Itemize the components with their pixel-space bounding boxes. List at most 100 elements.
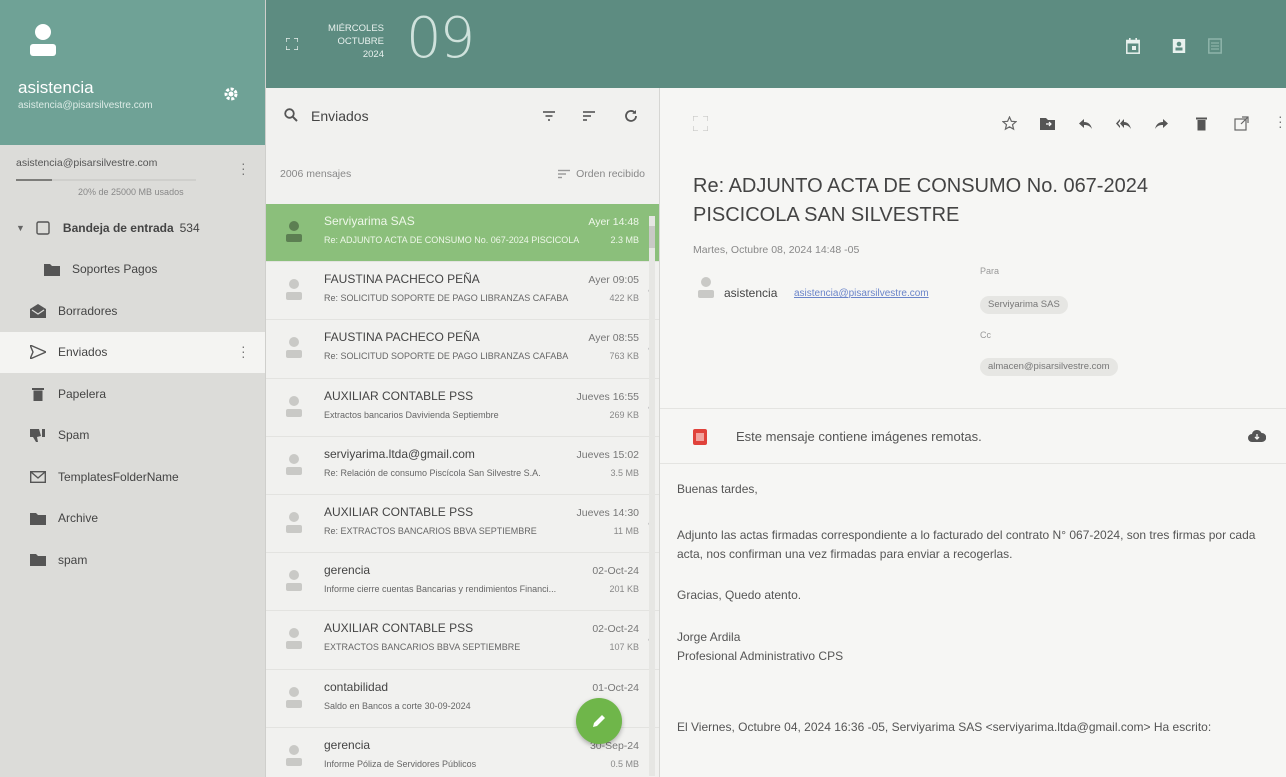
message-size: 107 KB (609, 642, 639, 653)
sender-avatar-icon (286, 279, 302, 301)
message-sender: gerencia (324, 737, 371, 752)
day-number: 09 (406, 6, 475, 71)
message-rows: Serviyarima SAS Ayer 14:48 Re: ADJUNTO A… (266, 204, 659, 777)
message-list-panel: Enviados 2006 mensajes Orden recibido Se… (266, 88, 660, 777)
message-row[interactable]: AUXILIAR CONTABLE PSS 02-Oct-24 EXTRACTO… (266, 611, 659, 670)
message-sender: AUXILIAR CONTABLE PSS (324, 621, 474, 636)
folder-sent[interactable]: Enviados · · · (0, 331, 265, 373)
recipient-chip[interactable]: Serviyarima SAS (980, 296, 1068, 314)
sender-avatar-icon (286, 511, 302, 533)
list-scrollbar[interactable] (649, 216, 655, 776)
cc-recipient-chip[interactable]: almacen@pisarsilvestre.com (980, 358, 1118, 376)
message-row[interactable]: FAUSTINA PACHECO PEÑA Ayer 08:55 Re: SOL… (266, 320, 659, 379)
remote-image-icon (693, 429, 707, 445)
sender-avatar-icon (698, 277, 714, 298)
month-label: OCTUBRE (337, 36, 384, 47)
folder-label: TemplatesFolderName (58, 469, 179, 484)
folder-icon (30, 511, 46, 525)
trash-icon[interactable] (1194, 116, 1209, 131)
year-label: 2024 (362, 49, 384, 60)
message-size: 3.5 MB (610, 467, 639, 478)
message-subject: Extractos bancarios Davivienda Septiembr… (324, 409, 499, 420)
email-from-name: asistencia (724, 286, 778, 300)
sort-icon[interactable] (582, 109, 596, 123)
folder-menu-icon[interactable]: · · · (241, 339, 246, 363)
expand-icon[interactable] (286, 38, 298, 50)
folder-label: Archive (58, 511, 99, 526)
folder-soportes-pagos[interactable]: Soportes Pagos (0, 249, 265, 291)
folder-spam-custom[interactable]: spam (0, 539, 265, 581)
folder-spam[interactable]: Spam (0, 415, 265, 457)
folder-label: spam (58, 552, 88, 567)
message-row[interactable]: Serviyarima SAS Ayer 14:48 Re: ADJUNTO A… (266, 204, 659, 263)
message-date: Jueves 16:55 (576, 390, 639, 403)
message-subject: Re: ADJUNTO ACTA DE CONSUMO No. 067-2024… (324, 235, 580, 245)
folder-label: Soportes Pagos (72, 262, 158, 277)
filter-icon[interactable] (542, 109, 556, 123)
sort-order-button[interactable]: Orden recibido (558, 168, 645, 180)
forward-icon[interactable] (1154, 116, 1169, 131)
refresh-icon[interactable] (624, 109, 638, 123)
quota-bar (16, 179, 196, 181)
compose-button[interactable] (576, 698, 622, 744)
caret-down-icon[interactable]: ▼ (16, 223, 25, 233)
account-email: asistencia@pisarsilvestre.com (18, 100, 153, 111)
email-from-address[interactable]: asistencia@pisarsilvestre.com (794, 288, 929, 299)
expand-icon[interactable] (693, 116, 708, 131)
star-icon[interactable] (1002, 116, 1017, 131)
scrollbar-thumb[interactable] (649, 226, 655, 248)
email-quoted-header: El Viernes, Octubre 04, 2024 16:36 -05, … (677, 720, 1212, 734)
message-size: 0.5 MB (610, 758, 639, 769)
search-icon[interactable] (284, 108, 298, 122)
calendar-icon[interactable] (1126, 38, 1140, 54)
sender-avatar-icon (286, 570, 302, 592)
message-subject: Re: SOLICITUD SOPORTE DE PAGO LIBRANZAS … (324, 351, 569, 362)
folder-archive[interactable]: Archive (0, 498, 265, 540)
message-row[interactable]: AUXILIAR CONTABLE PSS Jueves 14:30 Re: E… (266, 495, 659, 554)
message-subject: Saldo en Bancos a corte 30-09-2024 (324, 700, 471, 711)
message-date: Ayer 14:48 (588, 216, 639, 228)
sender-avatar-icon (286, 221, 302, 242)
trash-icon (30, 387, 46, 401)
account-header: asistencia asistencia@pisarsilvestre.com (0, 0, 265, 145)
account-menu-icon[interactable]: · · · (241, 156, 246, 180)
current-folder-title: Enviados (311, 108, 369, 124)
message-size: 11 MB (613, 525, 639, 536)
message-size: 2.3 MB (610, 235, 639, 245)
contacts-icon[interactable] (1172, 38, 1186, 54)
sender-avatar-icon (286, 337, 302, 359)
message-date: 02-Oct-24 (592, 565, 639, 578)
message-size: 763 KB (609, 351, 639, 362)
message-sender: FAUSTINA PACHECO PEÑA (324, 272, 480, 287)
message-row[interactable]: FAUSTINA PACHECO PEÑA Ayer 09:05 Re: SOL… (266, 262, 659, 321)
list-meta: 2006 mensajes Orden recibido (266, 146, 659, 204)
move-to-folder-icon[interactable] (1040, 116, 1055, 131)
folder-trash[interactable]: Papelera (0, 373, 265, 415)
message-sender: FAUSTINA PACHECO PEÑA (324, 330, 480, 345)
cloud-download-icon[interactable] (1248, 429, 1266, 443)
message-subject: Re: Relación de consumo Piscícola San Si… (324, 467, 541, 478)
folder-templates[interactable]: TemplatesFolderName (0, 456, 265, 498)
quota-bar-fill (16, 179, 52, 181)
message-date: Ayer 08:55 (588, 332, 639, 345)
quota-text: 20% de 25000 MB usados (78, 187, 184, 197)
message-count: 2006 mensajes (280, 168, 352, 180)
message-date: Ayer 09:05 (588, 274, 639, 287)
notes-icon[interactable] (1208, 38, 1222, 54)
message-subject: Re: SOLICITUD SOPORTE DE PAGO LIBRANZAS … (324, 293, 569, 304)
open-external-icon[interactable] (1234, 116, 1249, 131)
sender-avatar-icon (286, 744, 302, 766)
folder-inbox[interactable]: ▼ Bandeja de entrada 534 (0, 207, 265, 249)
reply-icon[interactable] (1078, 116, 1093, 131)
message-row[interactable]: serviyarima.ltda@gmail.com Jueves 15:02 … (266, 437, 659, 495)
folder-drafts[interactable]: Borradores (0, 290, 265, 332)
inbox-icon (35, 221, 51, 235)
email-subject: Re: ADJUNTO ACTA DE CONSUMO No. 067-2024… (693, 175, 1148, 226)
reply-all-icon[interactable] (1116, 116, 1131, 131)
mail-icon (30, 470, 46, 484)
more-options-icon[interactable]: · · · (1278, 109, 1283, 133)
message-size: 201 KB (609, 584, 639, 595)
gear-icon[interactable] (223, 86, 239, 102)
message-row[interactable]: gerencia 02-Oct-24 Informe cierre cuenta… (266, 553, 659, 612)
message-row[interactable]: AUXILIAR CONTABLE PSS Jueves 16:55 Extra… (266, 379, 659, 437)
